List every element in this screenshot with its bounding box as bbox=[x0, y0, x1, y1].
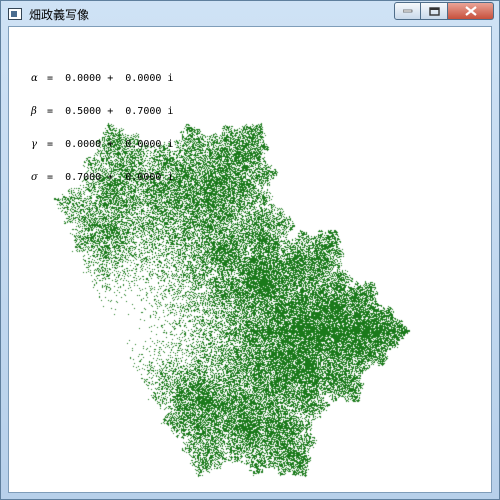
parameter-list: α = 0.0000 + 0.0000 i β = 0.5000 + 0.700… bbox=[31, 51, 173, 205]
maximize-icon bbox=[429, 7, 440, 16]
maximize-button[interactable] bbox=[421, 2, 448, 20]
parameter-value: = 0.7000 + 0.0000 i bbox=[41, 172, 173, 183]
parameter-value: = 0.0000 + 0.0000 i bbox=[41, 73, 173, 84]
close-button[interactable] bbox=[448, 2, 494, 20]
parameter-row-alpha: α = 0.0000 + 0.0000 i bbox=[31, 73, 173, 84]
parameter-symbol: β bbox=[31, 106, 41, 117]
minimize-button[interactable] bbox=[394, 2, 421, 20]
parameter-row-gamma: γ = 0.0000 + 0.0000 i bbox=[31, 139, 173, 150]
drawing-area[interactable]: α = 0.0000 + 0.0000 i β = 0.5000 + 0.700… bbox=[8, 26, 492, 493]
app-window: 畑政義写像 α = 0.0000 + 0.0000 i β = 0.5000 +… bbox=[0, 0, 500, 500]
window-title: 畑政義写像 bbox=[29, 6, 89, 23]
app-icon[interactable] bbox=[8, 8, 22, 20]
parameter-row-sigma: σ = 0.7000 + 0.0000 i bbox=[31, 172, 173, 183]
close-icon bbox=[465, 6, 477, 16]
parameter-row-beta: β = 0.5000 + 0.7000 i bbox=[31, 106, 173, 117]
minimize-icon bbox=[403, 9, 413, 13]
title-bar[interactable]: 畑政義写像 bbox=[1, 1, 499, 26]
parameter-symbol: γ bbox=[31, 139, 41, 150]
parameter-symbol: α bbox=[31, 73, 41, 84]
parameter-value: = 0.0000 + 0.0000 i bbox=[41, 139, 173, 150]
parameter-symbol: σ bbox=[31, 172, 41, 183]
window-controls bbox=[394, 2, 494, 20]
parameter-value: = 0.5000 + 0.7000 i bbox=[41, 106, 173, 117]
